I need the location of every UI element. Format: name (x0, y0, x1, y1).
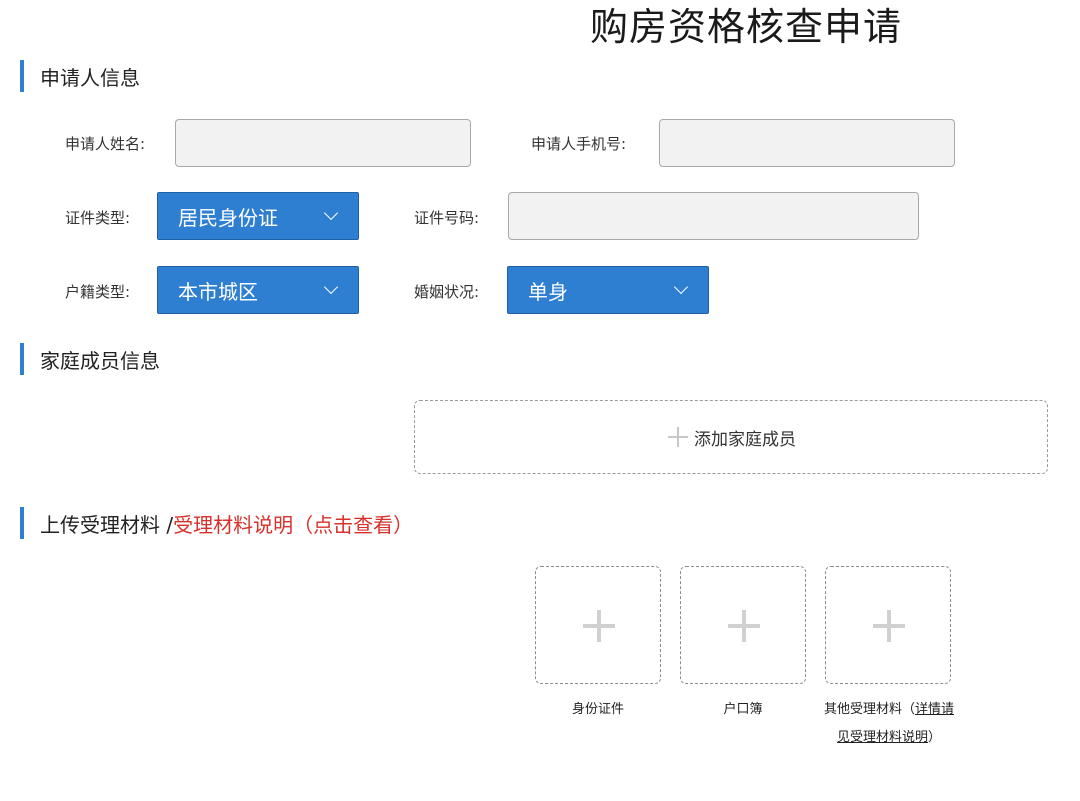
section-accent-bar (20, 507, 24, 539)
add-family-member-label: 添加家庭成员 (694, 429, 796, 450)
id-type-value: 居民身份证 (178, 205, 278, 230)
plus-icon (666, 425, 690, 449)
plus-icon (873, 610, 905, 642)
id-number-label: 证件号码: (414, 209, 480, 227)
marital-status-value: 单身 (528, 279, 568, 304)
chevron-down-icon (673, 279, 689, 295)
upload-caption-other-prefix: 其他受理材料（ (823, 702, 915, 717)
section-accent-bar (20, 343, 24, 375)
upload-other-materials-button[interactable] (825, 566, 951, 684)
id-number-input[interactable] (508, 192, 919, 240)
add-family-member-button[interactable]: 添加家庭成员 (414, 400, 1048, 474)
id-type-select[interactable]: 居民身份证 (157, 192, 359, 240)
upload-caption-other-materials: 其他受理材料（详情请见受理材料说明） (821, 696, 957, 752)
section-title-applicant: 申请人信息 (40, 65, 140, 90)
applicant-name-input[interactable] (175, 119, 471, 167)
marital-status-label: 婚姻状况: (414, 283, 480, 301)
upload-title-text: 上传受理材料 / (40, 512, 174, 537)
upload-caption-other-suffix: ） (928, 730, 942, 745)
upload-id-document-button[interactable] (535, 566, 661, 684)
hukou-type-select[interactable]: 本市城区 (157, 266, 359, 314)
page-title: 购房资格核查申请 (590, 5, 903, 49)
marital-status-select[interactable]: 单身 (507, 266, 709, 314)
section-accent-bar (20, 60, 24, 92)
applicant-name-label: 申请人姓名: (65, 135, 146, 153)
chevron-down-icon (323, 205, 339, 221)
section-family-header: 家庭成员信息 (20, 343, 160, 375)
plus-icon (728, 610, 760, 642)
chevron-down-icon (323, 279, 339, 295)
materials-guide-link[interactable]: 受理材料说明（点击查看） (173, 513, 413, 537)
section-applicant-header: 申请人信息 (20, 60, 140, 92)
hukou-type-value: 本市城区 (178, 279, 258, 304)
upload-caption-household-register: 户口簿 (723, 702, 763, 717)
section-upload-header: 上传受理材料 /受理材料说明（点击查看） (20, 507, 413, 539)
applicant-phone-input[interactable] (659, 119, 955, 167)
id-type-label: 证件类型: (65, 209, 131, 227)
plus-icon (583, 610, 615, 642)
upload-caption-id-document: 身份证件 (571, 702, 624, 717)
upload-household-register-button[interactable] (680, 566, 806, 684)
applicant-phone-label: 申请人手机号: (531, 135, 627, 153)
section-title-upload: 上传受理材料 /受理材料说明（点击查看） (40, 509, 413, 538)
section-title-family: 家庭成员信息 (40, 348, 160, 373)
hukou-type-label: 户籍类型: (65, 283, 131, 301)
